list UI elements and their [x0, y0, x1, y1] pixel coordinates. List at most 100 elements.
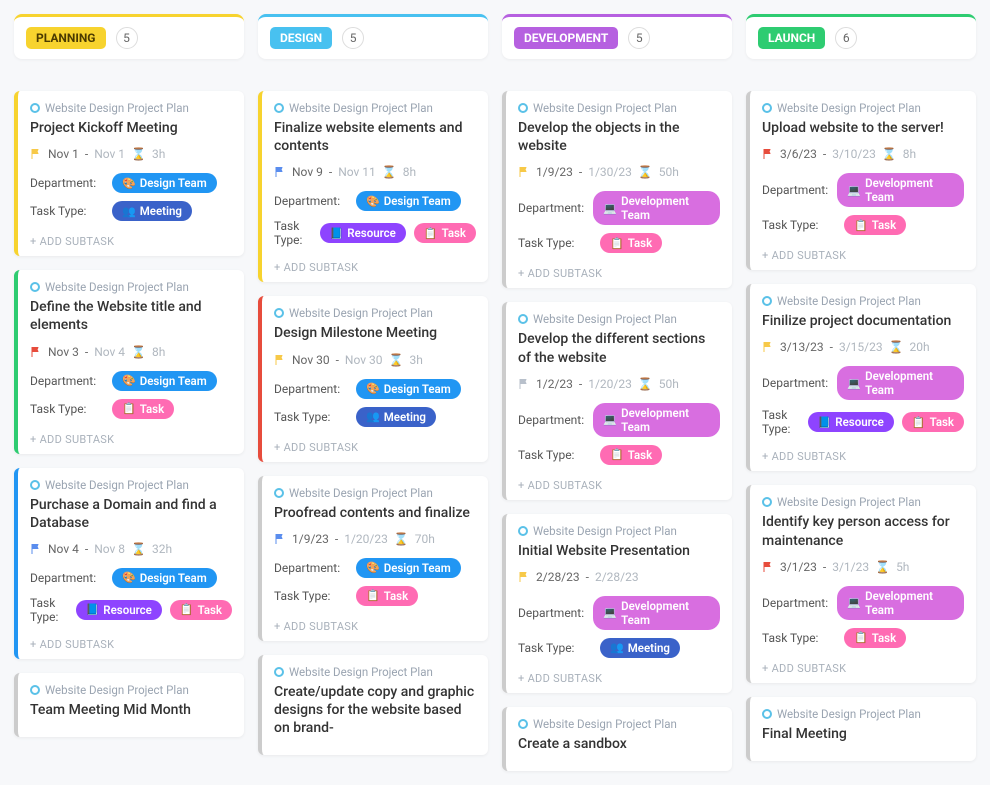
- task-card[interactable]: Website Design Project Plan Project Kick…: [14, 91, 244, 256]
- task-title[interactable]: Upload website to the server!: [762, 119, 964, 137]
- start-date[interactable]: 3/1/23: [780, 560, 817, 574]
- department-tag[interactable]: 💻Development Team: [593, 191, 720, 225]
- add-subtask-button[interactable]: + ADD SUBTASK: [274, 614, 476, 633]
- task-title[interactable]: Identify key person access for maintenan…: [762, 513, 964, 549]
- department-tag[interactable]: 💻Development Team: [837, 586, 964, 620]
- priority-flag-icon[interactable]: [30, 345, 42, 359]
- priority-flag-icon[interactable]: [762, 340, 774, 354]
- department-tag[interactable]: 💻Development Team: [837, 366, 964, 400]
- task-title[interactable]: Proofread contents and finalize: [274, 504, 476, 522]
- add-subtask-button[interactable]: + ADD SUBTASK: [274, 435, 476, 454]
- task-card[interactable]: Website Design Project Plan Develop the …: [502, 302, 732, 499]
- task-type-tag-task[interactable]: 📋Task: [170, 600, 232, 620]
- task-card[interactable]: Website Design Project Plan Proofread co…: [258, 476, 488, 641]
- end-date[interactable]: 3/15/23: [839, 340, 883, 354]
- task-title[interactable]: Develop the different sections of the we…: [518, 330, 720, 366]
- task-title[interactable]: Develop the objects in the website: [518, 119, 720, 155]
- task-title[interactable]: Final Meeting: [762, 725, 964, 743]
- column-header[interactable]: LAUNCH 6: [746, 14, 976, 59]
- task-title[interactable]: Initial Website Presentation: [518, 542, 720, 560]
- time-estimate[interactable]: 20h: [910, 340, 930, 354]
- department-tag[interactable]: 🎨Design Team: [356, 379, 461, 399]
- priority-flag-icon[interactable]: [518, 377, 530, 391]
- end-date[interactable]: Nov 4: [94, 345, 125, 359]
- column-header[interactable]: DESIGN 5: [258, 14, 488, 59]
- start-date[interactable]: Nov 9: [292, 165, 323, 179]
- task-card[interactable]: Website Design Project Plan Upload websi…: [746, 91, 976, 270]
- end-date[interactable]: 2/28/23: [595, 570, 639, 584]
- add-subtask-button[interactable]: + ADD SUBTASK: [30, 427, 232, 446]
- department-tag[interactable]: 🎨Design Team: [356, 558, 461, 578]
- task-card[interactable]: Website Design Project Plan Final Meetin…: [746, 697, 976, 761]
- task-title[interactable]: Define the Website title and elements: [30, 298, 232, 334]
- end-date[interactable]: 1/20/23: [344, 532, 388, 546]
- task-card[interactable]: Website Design Project Plan Develop the …: [502, 91, 732, 288]
- project-breadcrumb[interactable]: Website Design Project Plan: [274, 306, 476, 320]
- project-breadcrumb[interactable]: Website Design Project Plan: [762, 495, 964, 509]
- project-breadcrumb[interactable]: Website Design Project Plan: [30, 683, 232, 697]
- task-card[interactable]: Website Design Project Plan Create a san…: [502, 707, 732, 771]
- end-date[interactable]: 3/1/23: [832, 560, 869, 574]
- task-type-tag-resource[interactable]: 📘Resource: [808, 412, 894, 432]
- end-date[interactable]: Nov 1: [94, 147, 125, 161]
- start-date[interactable]: Nov 1: [48, 147, 79, 161]
- project-breadcrumb[interactable]: Website Design Project Plan: [762, 294, 964, 308]
- column-header[interactable]: PLANNING 5: [14, 14, 244, 59]
- time-estimate[interactable]: 8h: [903, 147, 916, 161]
- add-subtask-button[interactable]: + ADD SUBTASK: [518, 261, 720, 280]
- department-tag[interactable]: 🎨Design Team: [112, 173, 217, 193]
- priority-flag-icon[interactable]: [274, 532, 286, 546]
- department-tag[interactable]: 💻Development Team: [837, 173, 964, 207]
- task-card[interactable]: Website Design Project Plan Identify key…: [746, 485, 976, 682]
- task-title[interactable]: Create a sandbox: [518, 735, 720, 753]
- time-estimate[interactable]: 3h: [409, 353, 422, 367]
- task-card[interactable]: Website Design Project Plan Design Miles…: [258, 296, 488, 461]
- task-type-tag-task[interactable]: 📋Task: [600, 445, 662, 465]
- project-breadcrumb[interactable]: Website Design Project Plan: [518, 524, 720, 538]
- task-type-tag-task[interactable]: 📋Task: [844, 628, 906, 648]
- task-title[interactable]: Purchase a Domain and find a Database: [30, 496, 232, 532]
- task-type-tag-resource[interactable]: 📘Resource: [320, 223, 406, 243]
- status-pill[interactable]: DESIGN: [270, 27, 332, 49]
- task-type-tag-task[interactable]: 📋Task: [844, 215, 906, 235]
- task-type-tag-task[interactable]: 📋Task: [414, 223, 476, 243]
- end-date[interactable]: 1/30/23: [588, 165, 632, 179]
- task-title[interactable]: Team Meeting Mid Month: [30, 701, 232, 719]
- task-type-tag-task[interactable]: 📋Task: [356, 586, 418, 606]
- status-pill[interactable]: LAUNCH: [758, 27, 825, 49]
- status-pill[interactable]: PLANNING: [26, 27, 106, 49]
- task-card[interactable]: Website Design Project Plan Team Meeting…: [14, 673, 244, 737]
- add-subtask-button[interactable]: + ADD SUBTASK: [762, 243, 964, 262]
- task-type-tag-task[interactable]: 📋Task: [112, 399, 174, 419]
- project-breadcrumb[interactable]: Website Design Project Plan: [274, 665, 476, 679]
- task-title[interactable]: Finilize project documentation: [762, 312, 964, 330]
- project-breadcrumb[interactable]: Website Design Project Plan: [762, 707, 964, 721]
- task-type-tag-resource[interactable]: 📘Resource: [76, 600, 162, 620]
- add-subtask-button[interactable]: + ADD SUBTASK: [762, 444, 964, 463]
- time-estimate[interactable]: 3h: [152, 147, 165, 161]
- task-type-tag-meeting[interactable]: 👥Meeting: [600, 638, 680, 658]
- project-breadcrumb[interactable]: Website Design Project Plan: [518, 717, 720, 731]
- time-estimate[interactable]: 8h: [152, 345, 165, 359]
- add-subtask-button[interactable]: + ADD SUBTASK: [518, 473, 720, 492]
- department-tag[interactable]: 🎨Design Team: [356, 191, 461, 211]
- project-breadcrumb[interactable]: Website Design Project Plan: [518, 101, 720, 115]
- time-estimate[interactable]: 50h: [659, 165, 679, 179]
- add-subtask-button[interactable]: + ADD SUBTASK: [30, 632, 232, 651]
- priority-flag-icon[interactable]: [274, 353, 286, 367]
- start-date[interactable]: Nov 4: [48, 542, 79, 556]
- priority-flag-icon[interactable]: [274, 165, 286, 179]
- project-breadcrumb[interactable]: Website Design Project Plan: [274, 101, 476, 115]
- add-subtask-button[interactable]: + ADD SUBTASK: [518, 666, 720, 685]
- task-title[interactable]: Finalize website elements and contents: [274, 119, 476, 155]
- priority-flag-icon[interactable]: [518, 570, 530, 584]
- start-date[interactable]: 1/2/23: [536, 377, 573, 391]
- add-subtask-button[interactable]: + ADD SUBTASK: [30, 229, 232, 248]
- time-estimate[interactable]: 5h: [896, 560, 909, 574]
- time-estimate[interactable]: 50h: [659, 377, 679, 391]
- project-breadcrumb[interactable]: Website Design Project Plan: [30, 280, 232, 294]
- start-date[interactable]: 3/13/23: [780, 340, 824, 354]
- end-date[interactable]: 1/20/23: [588, 377, 632, 391]
- start-date[interactable]: Nov 3: [48, 345, 79, 359]
- department-tag[interactable]: 💻Development Team: [593, 596, 720, 630]
